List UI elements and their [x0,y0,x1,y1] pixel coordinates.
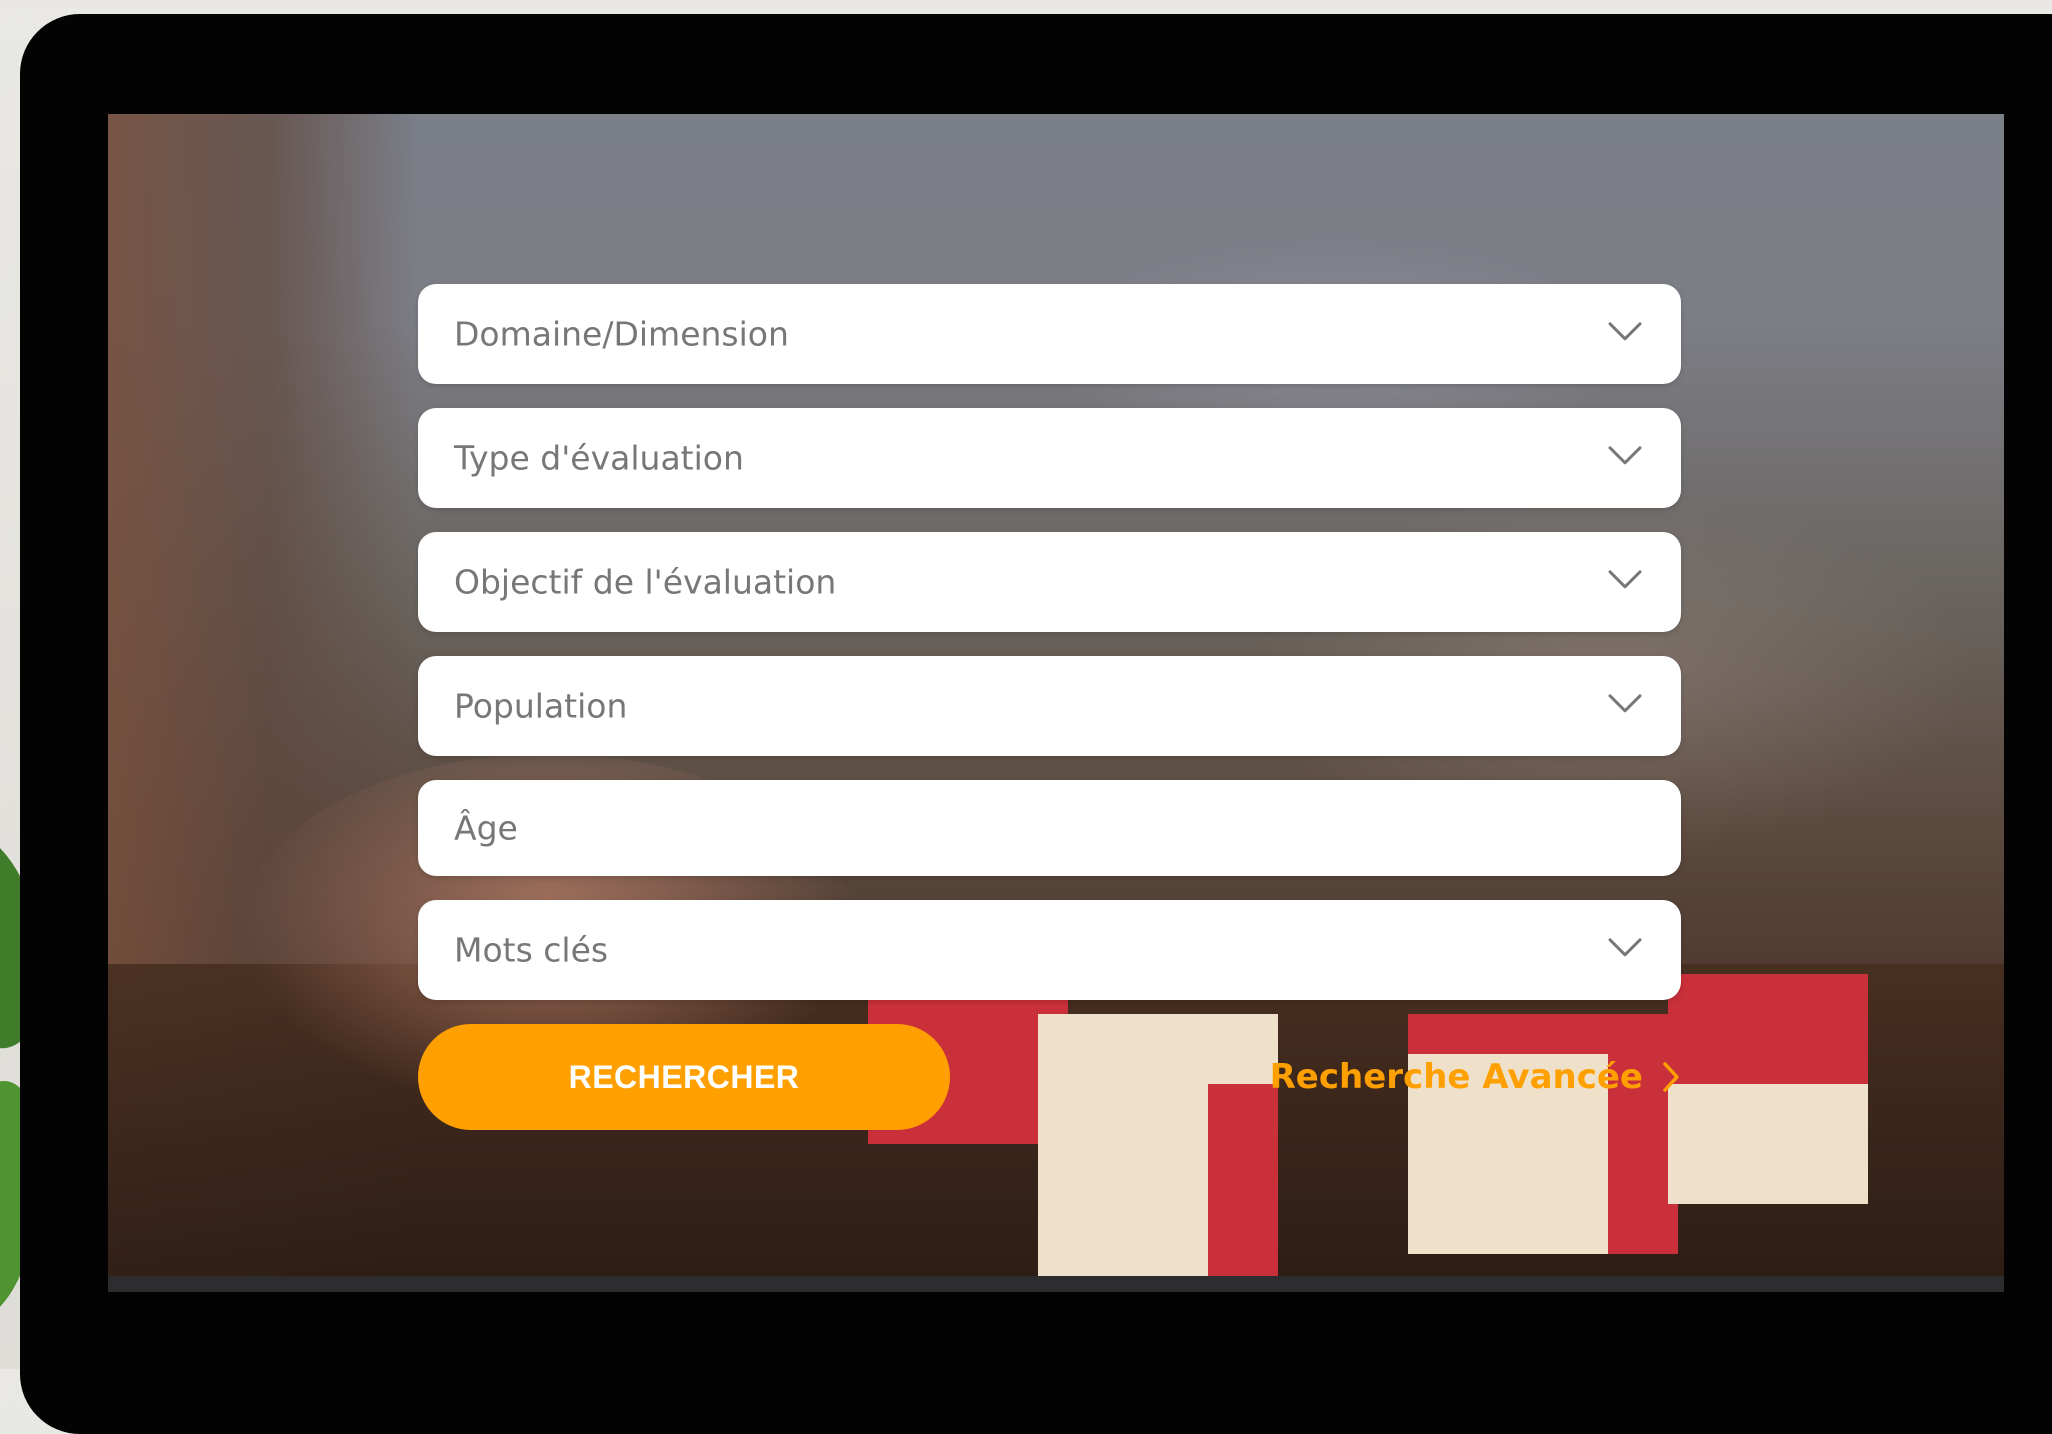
chevron-down-icon [1608,938,1642,957]
screen-bottom-bar [108,1276,2004,1292]
chevron-right-icon [1663,1062,1679,1092]
chevron-down-icon [1608,322,1642,341]
population-select[interactable]: Population [418,656,1681,756]
input-placeholder: Âge [454,808,518,848]
type-evaluation-select[interactable]: Type d'évaluation [418,408,1681,508]
select-placeholder: Objectif de l'évaluation [454,562,837,602]
select-placeholder: Type d'évaluation [454,438,744,478]
mots-cles-select[interactable]: Mots clés [418,900,1681,1000]
chevron-down-icon [1608,694,1642,713]
search-button[interactable]: RECHERCHER [418,1024,950,1130]
domaine-dimension-select[interactable]: Domaine/Dimension [418,284,1681,384]
form-actions: RECHERCHER Recherche Avancée [418,1024,1681,1130]
advanced-search-label: Recherche Avancée [1269,1057,1643,1097]
chevron-down-icon [1608,570,1642,589]
chevron-down-icon [1608,446,1642,465]
select-placeholder: Mots clés [454,930,609,970]
select-placeholder: Domaine/Dimension [454,314,789,354]
laptop-screen: Domaine/Dimension Type d'évaluation Obje… [108,114,2004,1292]
age-input[interactable]: Âge [418,780,1681,876]
objectif-evaluation-select[interactable]: Objectif de l'évaluation [418,532,1681,632]
select-placeholder: Population [454,686,628,726]
advanced-search-link[interactable]: Recherche Avancée [1270,1024,1681,1130]
search-form: Domaine/Dimension Type d'évaluation Obje… [418,284,1681,1130]
background-block [1668,974,1868,1204]
